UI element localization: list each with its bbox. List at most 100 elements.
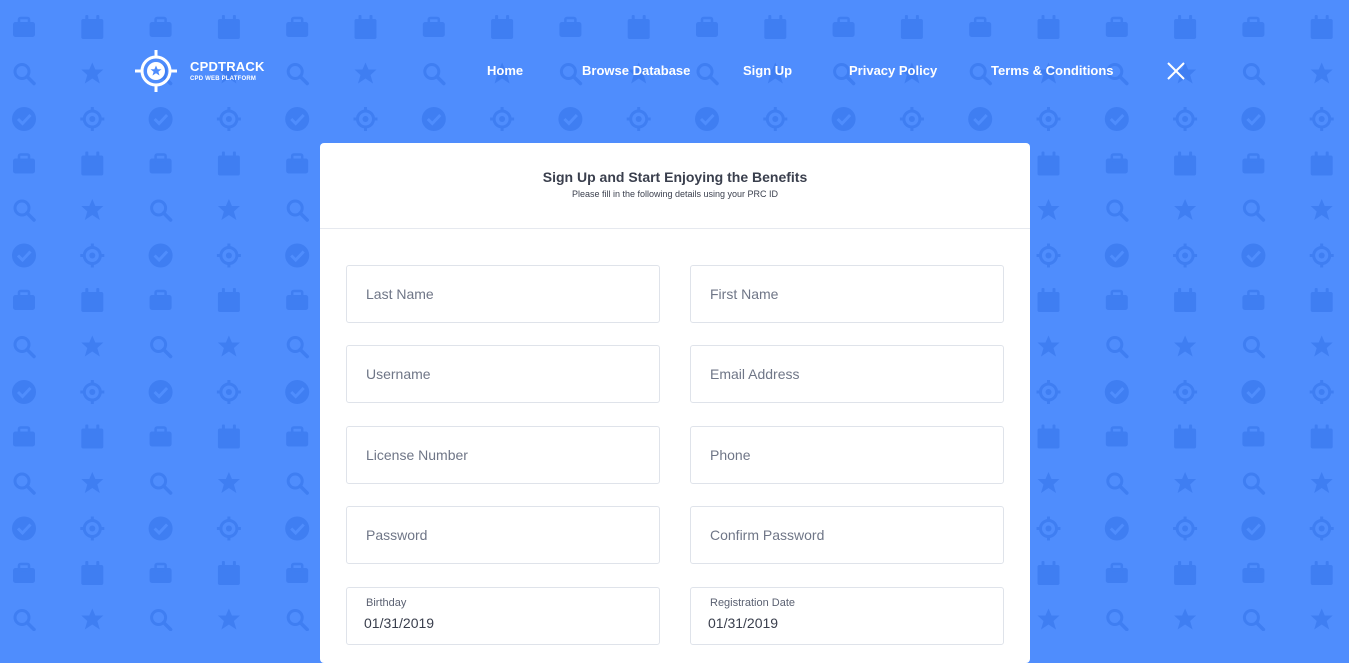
background-search-icon — [1106, 335, 1129, 359]
brand-name: CPDTRACK — [190, 58, 265, 74]
background-briefcase-icon — [148, 426, 173, 448]
background-target-icon — [1171, 242, 1199, 269]
nav-home-link[interactable]: Home — [487, 63, 523, 79]
background-briefcase-icon — [284, 153, 310, 175]
background-briefcase-icon — [1241, 16, 1266, 39]
background-search-icon — [286, 199, 309, 222]
background-briefcase-icon — [1241, 153, 1266, 175]
background-briefcase-icon — [1104, 562, 1130, 585]
background-calendar-icon — [1174, 561, 1197, 585]
email-input[interactable] — [691, 346, 1003, 402]
background-briefcase-icon — [1241, 562, 1266, 585]
background-calendar-icon — [81, 151, 104, 176]
background-check-circle-icon — [1239, 515, 1267, 542]
registration-date-field[interactable]: Registration Date 01/31/2019 — [690, 587, 1004, 645]
background-briefcase-icon — [284, 562, 310, 585]
background-check-circle-icon — [693, 105, 721, 133]
close-button[interactable] — [1166, 61, 1186, 81]
background-star-icon — [1037, 608, 1060, 630]
background-target-icon — [78, 105, 106, 133]
background-briefcase-icon — [831, 16, 856, 39]
phone-field[interactable] — [690, 426, 1004, 484]
registration-date-input[interactable]: 01/31/2019 — [708, 615, 778, 632]
background-star-icon — [1037, 199, 1060, 220]
nav-terms-conditions-link[interactable]: Terms & Conditions — [991, 63, 1114, 79]
background-target-icon — [352, 105, 379, 133]
background-star-icon — [81, 62, 104, 84]
registration-date-label: Registration Date — [710, 597, 795, 609]
birthday-field[interactable]: Birthday 01/31/2019 — [346, 587, 660, 645]
background-star-icon — [217, 608, 240, 630]
email-field[interactable] — [690, 345, 1004, 403]
background-target-icon — [1035, 378, 1062, 406]
background-calendar-icon — [81, 288, 104, 312]
background-calendar-icon — [1174, 288, 1197, 312]
background-calendar-icon — [217, 15, 240, 39]
background-calendar-icon — [764, 15, 787, 39]
background-target-icon — [1308, 105, 1336, 133]
target-star-logo-icon — [135, 50, 177, 92]
nav-sign-up-link[interactable]: Sign Up — [743, 63, 792, 79]
license-number-input[interactable] — [347, 427, 659, 483]
license-number-field[interactable] — [346, 426, 660, 484]
background-search-icon — [1242, 472, 1266, 495]
background-star-icon — [1037, 472, 1060, 493]
background-search-icon — [423, 62, 446, 86]
background-calendar-icon — [900, 15, 923, 39]
background-search-icon — [286, 335, 309, 359]
confirm-password-field[interactable] — [690, 506, 1004, 564]
background-briefcase-icon — [11, 289, 37, 312]
password-input[interactable] — [347, 507, 659, 563]
background-search-icon — [969, 62, 992, 86]
background-briefcase-icon — [967, 16, 993, 39]
background-calendar-icon — [1310, 151, 1333, 176]
background-briefcase-icon — [421, 16, 447, 39]
background-calendar-icon — [1310, 561, 1333, 585]
background-star-icon — [217, 199, 240, 220]
background-check-circle-icon — [1239, 242, 1267, 269]
background-target-icon — [898, 105, 926, 133]
background-calendar-icon — [1037, 561, 1060, 585]
username-input[interactable] — [347, 346, 659, 402]
background-target-icon — [1035, 242, 1062, 269]
background-calendar-icon — [81, 561, 104, 585]
nav-browse-database-link[interactable]: Browse Database — [582, 63, 690, 79]
username-field[interactable] — [346, 345, 660, 403]
background-target-icon — [215, 105, 243, 133]
background-check-circle-icon — [10, 242, 38, 269]
confirm-password-input[interactable] — [691, 507, 1003, 563]
background-calendar-icon — [491, 15, 514, 39]
birthday-label: Birthday — [366, 597, 407, 609]
birthday-date-input[interactable]: 01/31/2019 — [364, 615, 434, 632]
phone-input[interactable] — [691, 427, 1003, 483]
background-briefcase-icon — [148, 153, 173, 175]
background-search-icon — [1106, 472, 1129, 495]
brand-logo[interactable]: CPDTRACK CPD WEB PLATFORM — [134, 49, 265, 93]
last-name-field[interactable] — [346, 265, 660, 323]
background-check-circle-icon — [283, 515, 311, 542]
background-search-icon — [1242, 199, 1266, 222]
last-name-input[interactable] — [347, 266, 659, 322]
background-search-icon — [149, 472, 173, 495]
background-search-icon — [286, 62, 309, 86]
first-name-field[interactable] — [690, 265, 1004, 323]
background-star-icon — [81, 608, 104, 630]
background-check-circle-icon — [283, 242, 311, 269]
background-briefcase-icon — [11, 16, 37, 39]
background-check-circle-icon — [556, 105, 584, 133]
background-check-circle-icon — [420, 105, 448, 133]
nav-privacy-policy-link[interactable]: Privacy Policy — [849, 63, 937, 79]
password-field[interactable] — [346, 506, 660, 564]
background-calendar-icon — [1037, 15, 1060, 39]
background-calendar-icon — [1174, 424, 1197, 449]
background-search-icon — [696, 62, 719, 86]
first-name-input[interactable] — [691, 266, 1003, 322]
background-calendar-icon — [81, 15, 104, 39]
background-target-icon — [78, 378, 106, 406]
background-search-icon — [149, 199, 173, 222]
background-search-icon — [286, 472, 309, 495]
background-target-icon — [1308, 515, 1336, 542]
background-check-circle-icon — [283, 378, 311, 406]
background-star-icon — [1310, 62, 1333, 84]
background-check-circle-icon — [1103, 242, 1131, 269]
